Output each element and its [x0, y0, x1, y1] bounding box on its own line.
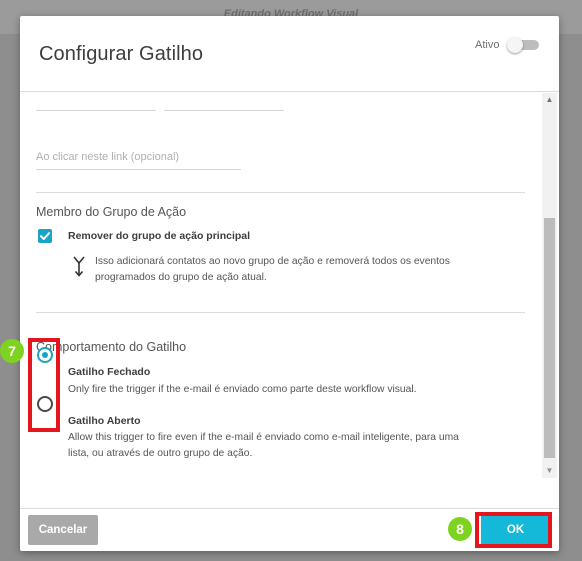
active-toggle[interactable]: [507, 37, 539, 53]
description-line: Allow this trigger to fire even if the e…: [68, 432, 459, 443]
section-divider: [36, 192, 525, 193]
dialog-scrollbar[interactable]: ▲ ▼: [542, 93, 557, 478]
scrollbar-thumb[interactable]: [544, 218, 555, 458]
description-line: lista, ou através de outro grupo de ação…: [68, 448, 253, 459]
closed-trigger-description: Only fire the trigger if the e-mail é en…: [68, 382, 508, 398]
dialog-header: Configurar Gatilho Ativo: [20, 16, 559, 92]
action-group-note: Isso adicionará contatos ao novo grupo d…: [95, 254, 515, 286]
remove-from-group-label: Remover do grupo de ação principal: [68, 230, 251, 242]
description-line: Only fire the trigger if the e-mail é en…: [68, 384, 417, 395]
note-line: Isso adicionará contatos ao novo grupo d…: [95, 256, 450, 267]
active-label: Ativo: [475, 39, 500, 51]
action-group-title: Membro do Grupo de Ação: [36, 205, 187, 219]
dialog-title: Configurar Gatilho: [39, 43, 204, 65]
toggle-knob: [507, 37, 523, 53]
closed-trigger-label: Gatilho Fechado: [68, 366, 151, 378]
cancel-button[interactable]: Cancelar: [28, 515, 98, 545]
checkmark-icon: [40, 232, 50, 240]
step-7-badge: 7: [0, 339, 24, 363]
configure-trigger-dialog: Configurar Gatilho Ativo Ao clicar neste…: [20, 16, 559, 551]
link-input-underline: [36, 169, 241, 170]
dialog-body: Ao clicar neste link (opcional) Membro d…: [20, 93, 559, 508]
link-input[interactable]: Ao clicar neste link (opcional): [36, 151, 179, 163]
merge-arrow-icon: [73, 256, 85, 277]
section-divider: [36, 312, 525, 313]
field-underline: [164, 110, 284, 111]
step-8-badge: 8: [448, 517, 472, 541]
open-trigger-label: Gatilho Aberto: [68, 415, 141, 427]
remove-from-group-checkbox[interactable]: [38, 229, 52, 243]
note-line: programados do grupo de ação atual.: [95, 272, 267, 283]
radio-highlight-box: [28, 338, 60, 432]
ok-highlight-box: [475, 512, 552, 548]
scroll-up-icon[interactable]: ▲: [542, 93, 557, 107]
field-underline: [36, 110, 156, 111]
open-trigger-description: Allow this trigger to fire even if the e…: [68, 430, 508, 462]
scroll-down-icon[interactable]: ▼: [542, 464, 557, 478]
